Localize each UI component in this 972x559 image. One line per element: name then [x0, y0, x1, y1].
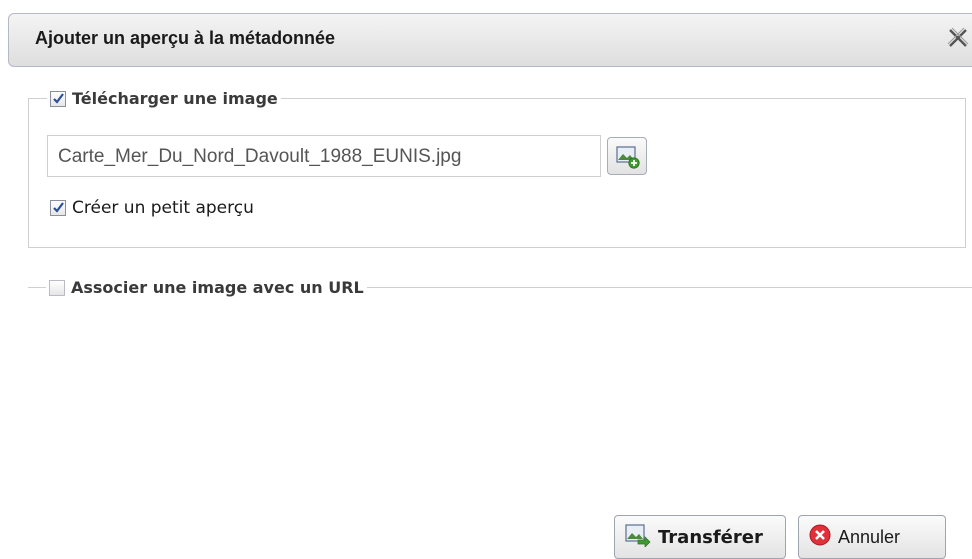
cancel-icon	[809, 524, 831, 545]
check-icon	[53, 92, 64, 104]
image-url-checkbox[interactable]	[49, 279, 65, 296]
create-thumbnail-option[interactable]: Créer un petit aperçu	[50, 198, 254, 218]
image-add-icon	[616, 146, 640, 169]
file-path-field[interactable]: Carte_Mer_Du_Nord_Davoult_1988_EUNIS.jpg	[47, 135, 601, 177]
image-arrow-icon	[625, 523, 651, 548]
transfer-button[interactable]: Transférer	[614, 515, 786, 559]
image-url-label: Associer une image avec un URL	[71, 278, 364, 297]
close-icon[interactable]	[944, 24, 972, 52]
dialog-title-bar[interactable]: Ajouter un aperçu à la métadonnée	[8, 13, 972, 67]
create-thumbnail-label: Créer un petit aperçu	[72, 198, 254, 218]
cancel-button[interactable]: Annuler	[798, 515, 946, 559]
check-icon	[53, 202, 64, 213]
image-url-legend: Associer une image avec un URL	[46, 278, 367, 297]
upload-image-label: Télécharger une image	[72, 89, 278, 108]
upload-image-legend: Télécharger une image	[47, 89, 281, 108]
transfer-label: Transférer	[658, 526, 763, 548]
dialog-title: Ajouter un aperçu à la métadonnée	[35, 28, 336, 48]
browse-image-button[interactable]	[607, 137, 647, 175]
upload-image-checkbox[interactable]	[50, 90, 66, 107]
cancel-label: Annuler	[838, 526, 901, 547]
create-thumbnail-checkbox[interactable]	[50, 200, 66, 216]
